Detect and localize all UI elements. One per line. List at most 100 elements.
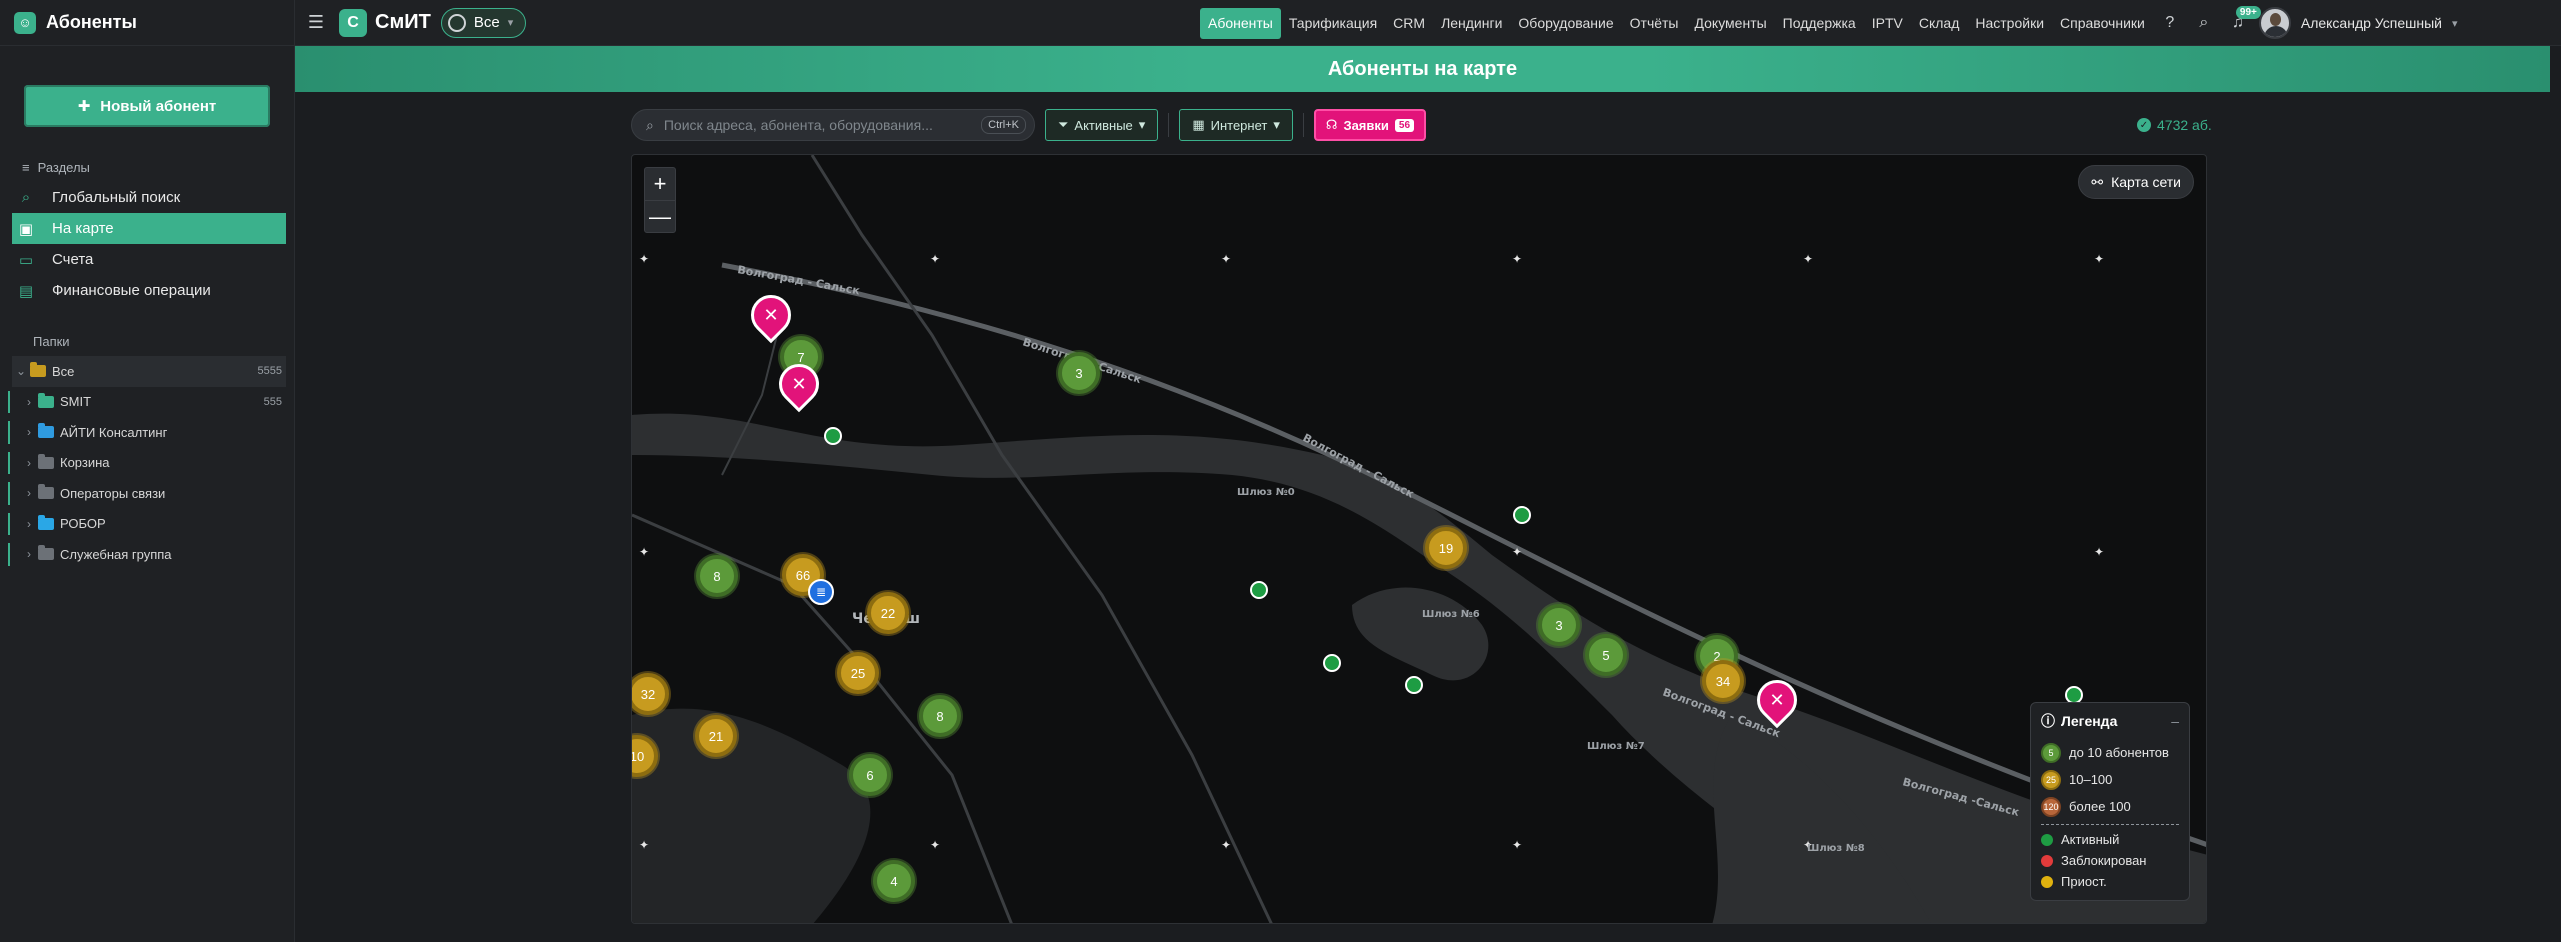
menu-crm[interactable]: CRM <box>1385 8 1433 39</box>
sidebar-item-global-search[interactable]: ⌕ Глобальный поиск <box>12 182 286 213</box>
sidebar: ☺ Абоненты ✚ Новый абонент ≡ Разделы ⌕ Г… <box>0 0 295 942</box>
sections-label-text: Разделы <box>37 160 90 175</box>
collapse-icon[interactable]: – <box>2171 713 2179 729</box>
sidebar-item-label: На карте <box>52 220 114 237</box>
check-circle-icon: ✓ <box>2137 118 2151 132</box>
tickets-label: Заявки <box>1343 117 1389 133</box>
folder-operators[interactable]: › Операторы связи <box>8 478 286 509</box>
sidebar-item-invoices[interactable]: ▭ Счета <box>12 244 286 275</box>
map-cluster[interactable]: 19 <box>1425 527 1467 569</box>
svg-text:✦: ✦ <box>1512 545 1522 559</box>
avatar <box>2258 7 2291 39</box>
subscriber-marker[interactable] <box>1323 654 1341 672</box>
chevron-right-icon[interactable]: › <box>20 547 38 561</box>
subscriber-marker[interactable] <box>1250 581 1268 599</box>
tree-line <box>8 390 10 413</box>
divider <box>1302 113 1304 137</box>
sidebar-header: ☺ Абоненты <box>0 0 294 46</box>
menu-reports[interactable]: Отчёты <box>1622 8 1687 39</box>
search-input[interactable]: ⌕ Поиск адреса, абонента, оборудования..… <box>631 109 1035 141</box>
map-cluster[interactable]: 22 <box>867 592 909 634</box>
service-filter-button[interactable]: ▦ Интернет ▾ <box>1179 109 1293 141</box>
search-icon[interactable]: ⌕ <box>2193 12 2215 34</box>
scope-selector[interactable]: Все ▾ <box>440 7 527 38</box>
legend-swatch: 5 <box>2041 742 2061 763</box>
menu-subscribers[interactable]: Абоненты <box>1200 7 1281 39</box>
legend-divider <box>2041 824 2179 825</box>
sidebar-item-on-map[interactable]: ▣ На карте <box>12 213 286 244</box>
map-cluster[interactable]: 21 <box>695 715 737 757</box>
menu-equipment[interactable]: Оборудование <box>1510 8 1621 39</box>
subscriber-marker[interactable] <box>824 427 842 445</box>
new-subscriber-button[interactable]: ✚ Новый абонент <box>24 85 270 127</box>
legend-status-row: Приост. <box>2041 871 2179 892</box>
svg-text:✦: ✦ <box>639 545 649 559</box>
map-cluster[interactable]: 6 <box>849 754 891 796</box>
folder-service-group[interactable]: › Служебная группа <box>8 539 286 570</box>
map-cluster[interactable]: 5 <box>1585 634 1627 676</box>
map-cluster[interactable]: 8 <box>696 555 738 597</box>
network-icon: ⚯ <box>2091 173 2104 190</box>
map-cluster[interactable]: 4 <box>873 860 915 902</box>
tree-line <box>8 512 10 535</box>
tree-line <box>8 482 10 505</box>
chevron-right-icon[interactable]: › <box>20 425 38 439</box>
help-icon[interactable]: ? <box>2159 12 2181 34</box>
filter-icon: ⏷ <box>1058 117 1069 132</box>
legend-label: Приост. <box>2061 874 2107 889</box>
chevron-right-icon[interactable]: › <box>20 395 38 409</box>
menu-references[interactable]: Справочники <box>2052 8 2153 39</box>
chevron-right-icon[interactable]: › <box>20 456 38 470</box>
bell-icon[interactable]: ♫ 99+ <box>2227 6 2261 34</box>
menu-billing[interactable]: Тарификация <box>1281 8 1385 39</box>
sidebar-title: Абоненты <box>46 12 137 32</box>
svg-text:✦: ✦ <box>639 252 649 266</box>
map-cluster[interactable]: 8 <box>919 695 961 737</box>
folder-icon <box>38 484 54 500</box>
user-menu[interactable]: Александр Успешный ▾ <box>2258 7 2458 39</box>
network-map-button[interactable]: ⚯ Карта сети <box>2078 165 2194 199</box>
legend-size-row: 25 10–100 <box>2041 766 2179 793</box>
notifications-badge: 99+ <box>2235 6 2261 19</box>
folder-smit[interactable]: › SMIT 555 <box>8 387 286 418</box>
map-cluster[interactable]: 3 <box>1538 604 1580 646</box>
zoom-out-button[interactable]: — <box>645 200 675 232</box>
add-user-icon: ✚ <box>77 98 91 115</box>
folder-all[interactable]: ⌄ Все 5555 <box>12 356 286 387</box>
status-dot <box>2041 833 2053 846</box>
chevron-right-icon[interactable]: › <box>20 486 38 500</box>
equipment-marker[interactable]: ≣ <box>808 579 834 605</box>
folder-robor[interactable]: › РОБОР <box>8 509 286 540</box>
map-icon: ▣ <box>18 220 34 238</box>
menu-documents[interactable]: Документы <box>1687 8 1775 39</box>
status-filter-button[interactable]: ⏷ Активные ▾ <box>1045 109 1159 141</box>
folder-icon <box>38 514 54 530</box>
menu-support[interactable]: Поддержка <box>1775 8 1864 39</box>
folder-label: Операторы связи <box>60 485 166 501</box>
folder-it-consulting[interactable]: › АЙТИ Консалтинг <box>8 417 286 448</box>
tree-line <box>8 451 10 474</box>
subscriber-marker[interactable] <box>1405 676 1423 694</box>
zoom-in-button[interactable]: + <box>645 168 675 200</box>
menu-warehouse[interactable]: Склад <box>1911 8 1968 39</box>
menu-toggle-icon[interactable]: ☰ <box>303 12 329 33</box>
folder-trash[interactable]: › Корзина <box>8 448 286 479</box>
brand-name: СмИТ <box>375 11 431 33</box>
tools-icon: ✕ <box>763 304 779 325</box>
map-cluster[interactable]: 25 <box>837 652 879 694</box>
menu-landings[interactable]: Лендинги <box>1433 8 1510 39</box>
tickets-toggle-button[interactable]: ☊ Заявки 56 <box>1313 109 1427 141</box>
subscriber-marker[interactable] <box>1513 506 1531 524</box>
map-cluster[interactable]: 3 <box>1058 352 1100 394</box>
chevron-right-icon[interactable]: › <box>20 517 38 531</box>
menu-iptv[interactable]: IPTV <box>1864 8 1911 39</box>
sidebar-item-finance[interactable]: ▤ Финансовые операции <box>12 275 286 306</box>
menu-settings[interactable]: Настройки <box>1967 8 2052 39</box>
zoom-control: + — <box>644 167 676 233</box>
legend-label: 10–100 <box>2069 772 2113 787</box>
map-cluster[interactable]: 34 <box>1702 660 1744 702</box>
map-canvas[interactable]: ✦ ✦ ✦ ✦ ✦ ✦ ✦ ✦ ✦ ✦ ✦ ✦ ✦ ✦ Волгоград - Сальск Волг… <box>631 154 2207 924</box>
lock-label: Шлюз №7 <box>1587 741 1645 752</box>
folders-label: Папки <box>33 334 70 349</box>
chevron-down-icon[interactable]: ⌄ <box>12 364 30 378</box>
